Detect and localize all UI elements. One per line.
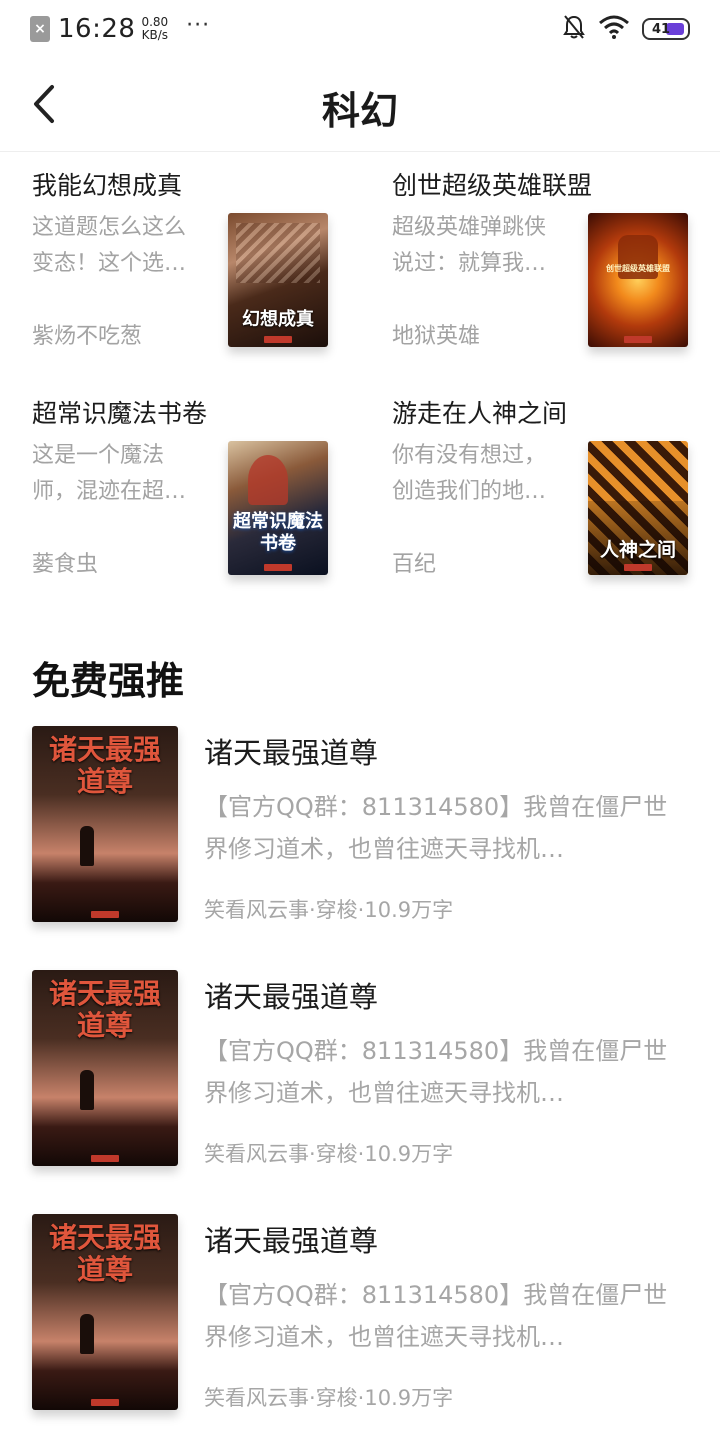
cover-logo [91, 1399, 119, 1406]
book-cover[interactable]: 诸天最强道尊 [32, 970, 178, 1166]
book-card[interactable]: 我能幻想成真 这道题怎么这么变态！这个选… 紫炀不吃葱 幻想成真 [32, 160, 332, 360]
book-title: 游走在人神之间 [392, 399, 568, 428]
book-cover[interactable]: 幻想成真 [228, 213, 328, 347]
figure-silhouette [80, 1070, 94, 1110]
network-speed: 0.80 KB/s [141, 16, 168, 42]
cover-logo [91, 911, 119, 918]
book-cover[interactable]: 超常识魔法书卷 [228, 441, 328, 575]
book-title: 超常识魔法书卷 [32, 399, 208, 428]
book-author: 地狱英雄 [392, 324, 481, 349]
book-author: 百纪 [392, 552, 437, 577]
book-description: 【官方QQ群：811314580】我曾在僵尸世界修习道术，也曾往遮天寻找机… [204, 793, 668, 863]
no-sim-icon: × [30, 16, 50, 42]
book-description: 你有没有想过，创造我们的地… [392, 443, 547, 504]
book-title: 创世超级英雄联盟 [392, 171, 593, 200]
book-list-item[interactable]: 诸天最强道尊 诸天最强道尊 【官方QQ群：811314580】我曾在僵尸世界修习… [32, 970, 692, 1166]
book-title: 诸天最强道尊 [204, 1224, 379, 1258]
more-notifications-icon: ··· [186, 12, 211, 38]
cover-logo [264, 564, 292, 571]
cover-logo [624, 564, 652, 571]
nav-bar: 科幻 [0, 58, 720, 152]
book-description: 这是一个魔法师，混迹在超… [32, 443, 187, 504]
network-speed-unit: KB/s [141, 28, 168, 42]
section-title: 免费强推 [32, 658, 185, 703]
book-cover[interactable]: 人神之间 [588, 441, 688, 575]
cover-title-text: 诸天最强道尊 [48, 1221, 161, 1286]
cover-title-text: 人神之间 [599, 539, 676, 561]
status-bar-left: × 16:28 0.80 KB/s ··· [30, 12, 211, 44]
cover-title-text: 幻想成真 [242, 309, 314, 330]
cover-art [248, 455, 288, 505]
cover-art [236, 223, 320, 283]
book-cover[interactable]: 诸天最强道尊 [32, 1214, 178, 1410]
cover-title-text: 超常识魔法书卷 [233, 511, 323, 554]
book-description: 【官方QQ群：811314580】我曾在僵尸世界修习道术，也曾往遮天寻找机… [204, 1037, 668, 1107]
wifi-icon [598, 15, 630, 43]
book-description: 【官方QQ群：811314580】我曾在僵尸世界修习道术，也曾往遮天寻找机… [204, 1281, 668, 1351]
cover-title-text: 创世超级英雄联盟 [606, 263, 670, 273]
book-meta: 笑看风云事·穿梭·10.9万字 [204, 1142, 454, 1166]
battery-level: 41 [652, 21, 671, 37]
book-title: 我能幻想成真 [32, 171, 183, 200]
clock: 16:28 [58, 14, 136, 44]
figure-silhouette [80, 1314, 94, 1354]
book-title: 诸天最强道尊 [204, 736, 379, 770]
battery-icon: 41 [642, 18, 690, 40]
page-title: 科幻 [321, 88, 398, 133]
book-list-item[interactable]: 诸天最强道尊 诸天最强道尊 【官方QQ群：811314580】我曾在僵尸世界修习… [32, 1214, 692, 1410]
book-author: 蒌食虫 [32, 552, 99, 577]
bell-muted-icon [562, 14, 586, 44]
book-title: 诸天最强道尊 [204, 980, 379, 1014]
book-card[interactable]: 创世超级英雄联盟 超级英雄弹跳侠说过：就算我… 地狱英雄 创世超级英雄联盟 [392, 160, 692, 360]
book-cover[interactable]: 创世超级英雄联盟 [588, 213, 688, 347]
book-list-item[interactable]: 诸天最强道尊 诸天最强道尊 【官方QQ群：811314580】我曾在僵尸世界修习… [32, 726, 692, 922]
book-meta: 笑看风云事·穿梭·10.9万字 [204, 898, 454, 922]
status-bar: × 16:28 0.80 KB/s ··· 41 [0, 0, 720, 58]
book-author: 紫炀不吃葱 [32, 324, 143, 349]
cover-logo [624, 336, 652, 343]
book-meta: 笑看风云事·穿梭·10.9万字 [204, 1386, 454, 1410]
book-description: 这道题怎么这么变态！这个选… [32, 215, 187, 276]
book-card[interactable]: 游走在人神之间 你有没有想过，创造我们的地… 百纪 人神之间 [392, 388, 692, 588]
status-bar-right: 41 [562, 14, 690, 44]
cover-logo [91, 1155, 119, 1162]
figure-silhouette [80, 826, 94, 866]
cover-title-text: 诸天最强道尊 [48, 733, 161, 798]
book-description: 超级英雄弹跳侠说过：就算我… [392, 215, 547, 276]
cover-title-text: 诸天最强道尊 [48, 977, 161, 1042]
cover-logo [264, 336, 292, 343]
book-card[interactable]: 超常识魔法书卷 这是一个魔法师，混迹在超… 蒌食虫 超常识魔法书卷 [32, 388, 332, 588]
book-cover[interactable]: 诸天最强道尊 [32, 726, 178, 922]
